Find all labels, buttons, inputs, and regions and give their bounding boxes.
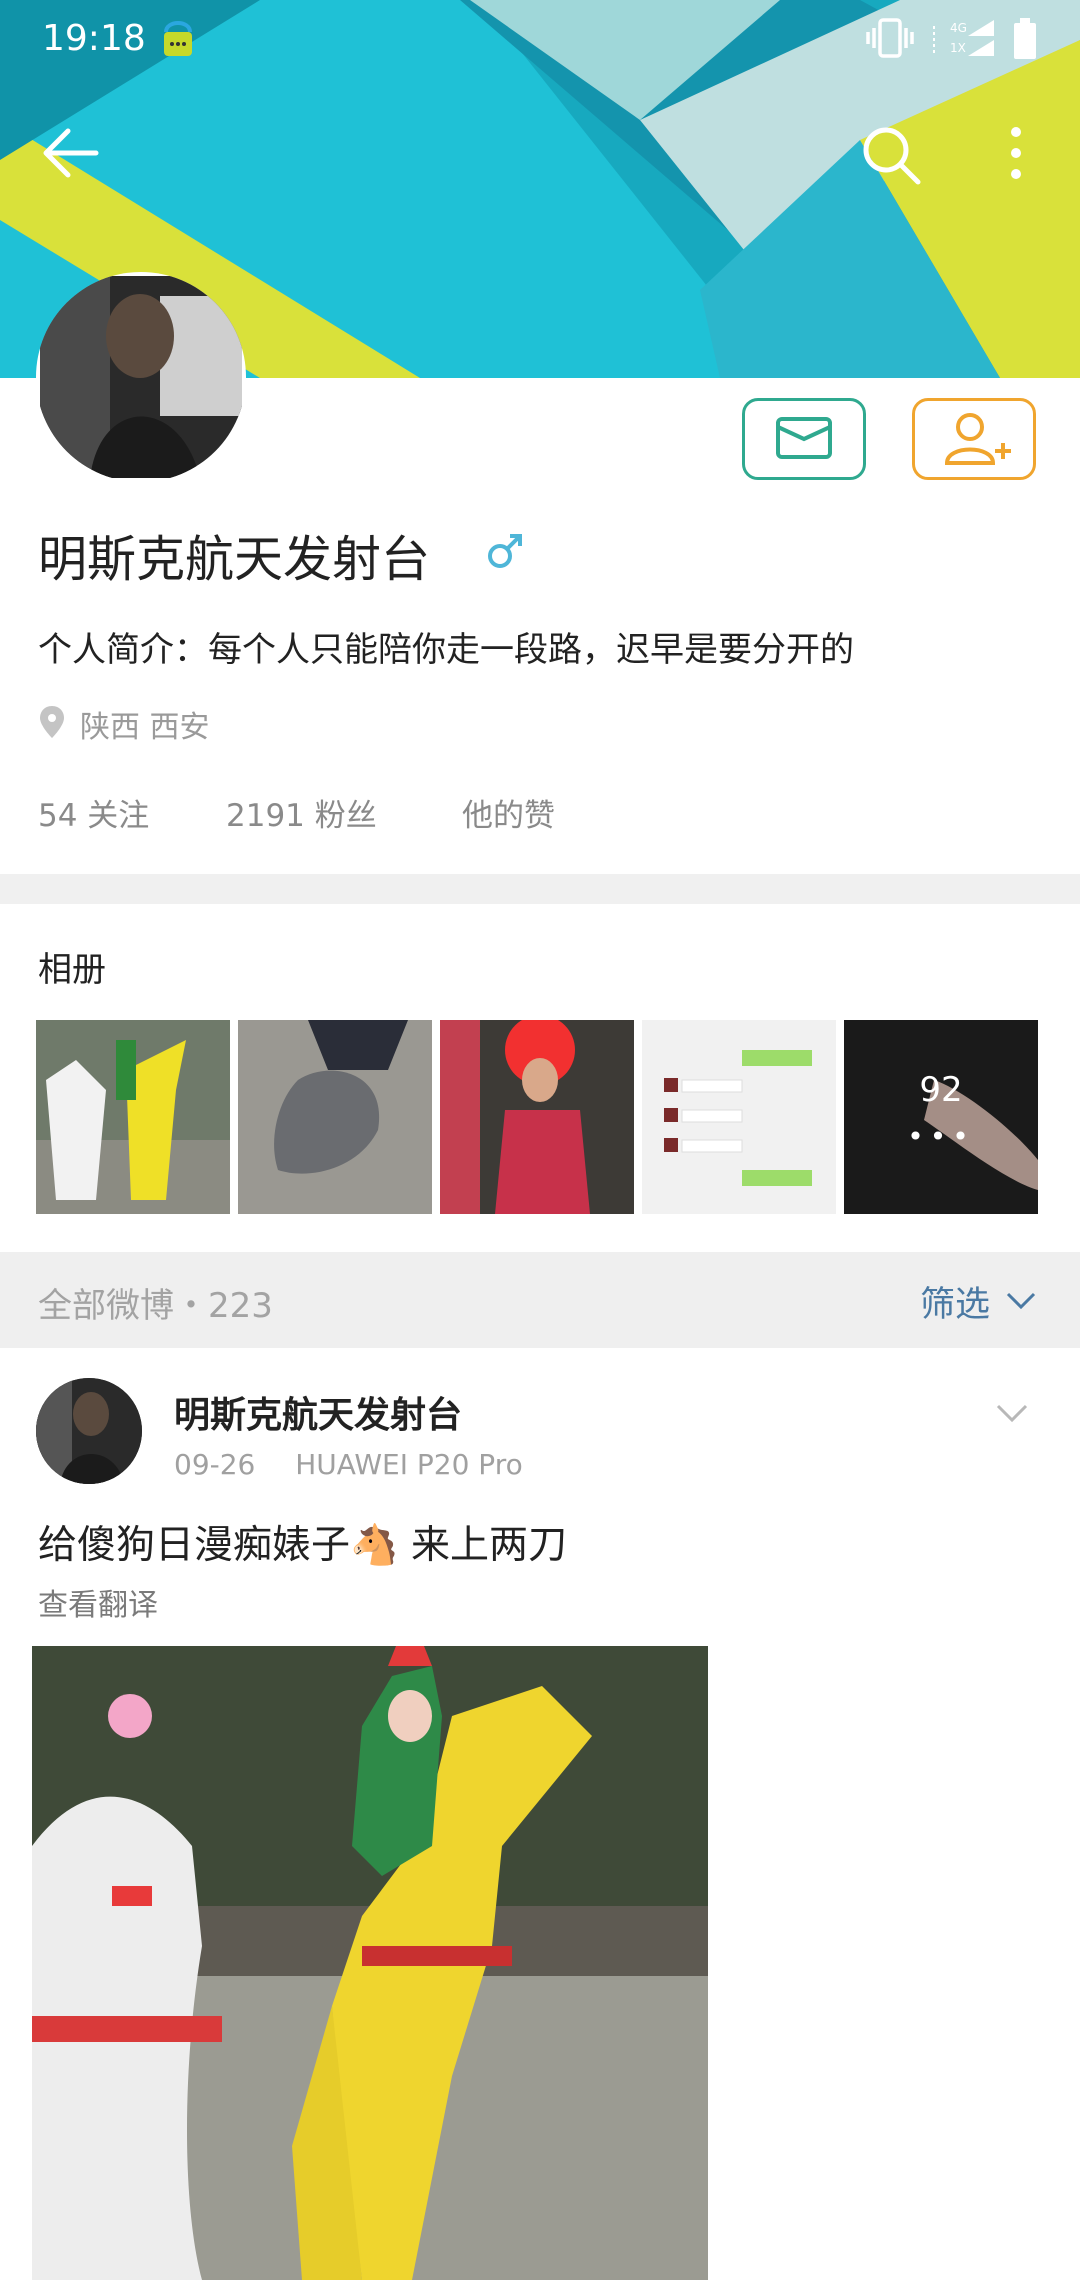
more-vertical-icon: [1011, 127, 1021, 179]
network-label-bottom: 1X: [950, 41, 966, 55]
status-time: 19:18: [42, 18, 146, 59]
view-translation-link[interactable]: 查看翻译: [38, 1580, 158, 1624]
post-device: HUAWEI P20 Pro: [295, 1448, 523, 1481]
chevron-down-icon: [1006, 1292, 1036, 1310]
top-toolbar: [0, 110, 1080, 200]
album-photo[interactable]: [642, 1020, 836, 1214]
search-button[interactable]: [846, 110, 936, 200]
post-options-chevron-icon[interactable]: [992, 1394, 1032, 1434]
arrow-left-icon: [43, 128, 99, 178]
following-count[interactable]: 54 关注: [38, 790, 149, 835]
likes-link[interactable]: 他的赞: [462, 790, 555, 835]
post-date: 09-26: [174, 1448, 256, 1481]
network-label-top: 4G: [950, 21, 967, 35]
male-icon: [484, 528, 528, 576]
profile-avatar[interactable]: [36, 272, 246, 482]
album-photo[interactable]: [36, 1020, 230, 1214]
album-strip: 92 •••: [36, 1020, 1046, 1214]
horse-emoji: 🐴: [350, 1523, 399, 1568]
location-pin-icon: [40, 706, 64, 738]
avatar-photo: [40, 276, 242, 478]
back-button[interactable]: [30, 110, 120, 200]
album-title: 相册: [38, 950, 106, 990]
more-button[interactable]: [972, 110, 1062, 200]
search-icon: [863, 127, 921, 185]
location-text: 陕西 西安: [80, 710, 210, 745]
post-text-part2: 来上两刀: [398, 1523, 567, 1568]
profile-bio: 个人简介：每个人只能陪你走一段路，迟早是要分开的: [38, 630, 854, 670]
album-more-dots: •••: [907, 1120, 975, 1153]
post-text: 给傻狗日漫痴婊子🐴 来上两刀: [38, 1514, 567, 1570]
section-divider: [0, 874, 1080, 904]
followers-count[interactable]: 2191 粉丝: [226, 790, 377, 835]
all-weibo-label: 全部微博・223: [38, 1286, 273, 1326]
album-photo[interactable]: [440, 1020, 634, 1214]
post-image[interactable]: [32, 1646, 708, 2280]
album-more-photo[interactable]: 92 •••: [844, 1020, 1038, 1214]
post-meta: 09-26 HUAWEI P20 Pro: [174, 1448, 523, 1481]
message-button[interactable]: [742, 398, 866, 480]
profile-name: 明斯克航天发射台: [38, 531, 431, 588]
album-more-count: 92: [919, 1070, 963, 1110]
post-author-name[interactable]: 明斯克航天发射台: [174, 1386, 462, 1438]
status-bar: 19:18 4G 1X: [0, 0, 1080, 80]
album-photo[interactable]: [238, 1020, 432, 1214]
weibo-filter-bar: 全部微博・223 筛选: [0, 1252, 1080, 1348]
add-user-icon: [944, 413, 1011, 465]
message-icon: [776, 417, 832, 459]
filter-button[interactable]: 筛选: [920, 1276, 990, 1327]
post-text-part1: 给傻狗日漫痴婊子: [38, 1523, 351, 1568]
post-author-avatar[interactable]: [36, 1378, 142, 1484]
follow-button[interactable]: [912, 398, 1036, 480]
